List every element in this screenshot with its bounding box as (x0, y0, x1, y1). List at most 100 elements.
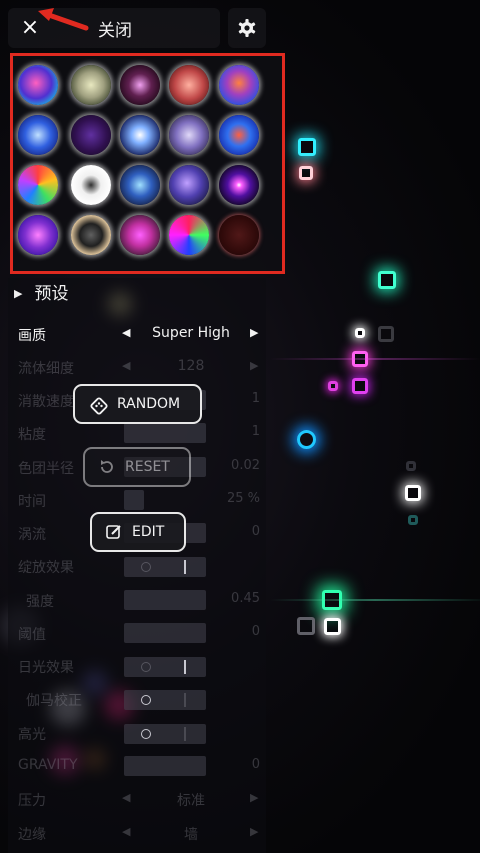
setting-label: 粘度 (18, 427, 46, 443)
preset-thumbnail[interactable] (120, 115, 160, 155)
setting-row[interactable]: 画质 ◀ Super High ▶ (0, 317, 266, 351)
slider-track[interactable] (124, 623, 206, 643)
setting-label: GRAVITY (18, 757, 78, 773)
particle (355, 328, 365, 338)
particle (298, 138, 316, 156)
setting-value: 0 (251, 757, 260, 772)
reset-button[interactable]: RESET (83, 447, 191, 487)
setting-row[interactable]: 强度 0.45 (0, 583, 266, 617)
preset-thumbnail[interactable] (169, 165, 209, 205)
preset-thumbnail[interactable] (219, 65, 259, 105)
light-streak (270, 358, 480, 360)
preset-thumbnail[interactable] (71, 215, 111, 255)
setting-row[interactable]: 流体细度 ◀ 128 ▶ (0, 350, 266, 384)
preset-thumbnail[interactable] (169, 65, 209, 105)
preset-thumbnail[interactable] (71, 165, 111, 205)
toggle-switch[interactable] (124, 690, 206, 710)
particle (406, 461, 416, 471)
settings-button[interactable] (228, 8, 266, 48)
setting-label: 强度 (26, 594, 54, 610)
setting-value: 0 (251, 624, 260, 639)
particle (378, 326, 394, 342)
particle (352, 378, 368, 394)
setting-value: 0 (251, 524, 260, 539)
particle (299, 166, 313, 180)
setting-value: 0.45 (231, 591, 260, 606)
preset-thumbnail[interactable] (169, 115, 209, 155)
setting-label: 画质 (18, 328, 46, 344)
setting-row[interactable]: 阈值 0 (0, 616, 266, 650)
setting-value: 标准 (177, 793, 205, 809)
chevron-left-icon[interactable]: ◀ (122, 326, 130, 339)
chevron-right-icon[interactable]: ▶ (250, 825, 258, 838)
toggle-on-icon (184, 660, 186, 674)
particle (328, 381, 338, 391)
edit-label: EDIT (132, 524, 165, 540)
toggle-switch[interactable] (124, 657, 206, 677)
setting-row[interactable]: 压力 ◀ 标准 ▶ (0, 782, 266, 816)
chevron-left-icon[interactable]: ◀ (122, 791, 130, 804)
toggle-switch[interactable] (124, 724, 206, 744)
preset-thumbnail[interactable] (71, 65, 111, 105)
setting-row[interactable]: 伽马校正 (0, 682, 266, 716)
toggle-on-icon (184, 693, 186, 707)
setting-row[interactable]: 边缘 ◀ 墙 ▶ (0, 816, 266, 850)
setting-label: 压力 (18, 793, 46, 809)
setting-label: 消散速度 (18, 394, 74, 410)
preset-thumbnail[interactable] (120, 165, 160, 205)
toggle-on-icon (184, 727, 186, 741)
preset-thumbnail[interactable] (18, 215, 58, 255)
preset-thumbnail[interactable] (169, 215, 209, 255)
setting-label: 伽马校正 (26, 693, 82, 709)
chevron-right-icon[interactable]: ▶ (250, 359, 258, 372)
random-button[interactable]: RANDOM (73, 384, 202, 424)
setting-row[interactable]: 日光效果 (0, 649, 266, 683)
chevron-right-icon[interactable]: ▶ (250, 791, 258, 804)
preset-thumbnail[interactable] (120, 215, 160, 255)
expand-icon: ▶ (14, 287, 23, 300)
toggle-off-icon (141, 695, 151, 705)
preset-thumbnail[interactable] (219, 165, 259, 205)
close-label[interactable]: 关闭 (98, 16, 132, 41)
particle (378, 271, 396, 289)
setting-row[interactable]: 高光 (0, 716, 266, 750)
slider-track[interactable] (124, 590, 206, 610)
preset-thumbnail[interactable] (219, 215, 259, 255)
setting-value: 128 (177, 358, 205, 374)
preset-thumbnail[interactable] (18, 165, 58, 205)
setting-value: 0.02 (231, 458, 260, 473)
chevron-left-icon[interactable]: ◀ (122, 825, 130, 838)
toggle-off-icon (141, 662, 151, 672)
setting-label: 高光 (18, 727, 46, 743)
setting-row[interactable]: 绽放效果 (0, 549, 266, 583)
edit-icon (106, 525, 121, 539)
presets-label: 预设 (34, 284, 69, 304)
setting-label: 阈值 (18, 627, 46, 643)
random-label: RANDOM (117, 396, 181, 412)
setting-label: 流体细度 (18, 361, 74, 377)
slider-track[interactable] (124, 423, 206, 443)
setting-label: 时间 (18, 494, 46, 510)
preset-thumbnail[interactable] (120, 65, 160, 105)
toggle-off-icon (141, 562, 151, 572)
setting-value: 墙 (184, 827, 198, 843)
preset-thumbnail[interactable] (219, 115, 259, 155)
setting-row[interactable]: GRAVITY 0 (0, 749, 266, 783)
setting-label: 日光效果 (18, 660, 74, 676)
particle (297, 617, 315, 635)
slider-track[interactable] (124, 756, 206, 776)
toggle-switch[interactable] (124, 557, 206, 577)
chevron-left-icon[interactable]: ◀ (122, 359, 130, 372)
annotation-arrow (38, 8, 89, 31)
preset-thumbnail[interactable] (18, 65, 58, 105)
slider-track[interactable] (124, 490, 144, 510)
particle (297, 430, 316, 449)
preset-thumbnail[interactable] (18, 115, 58, 155)
preset-grid-highlight (10, 53, 285, 274)
chevron-right-icon[interactable]: ▶ (250, 326, 258, 339)
presets-folder[interactable]: ▶ 预设 (14, 279, 68, 304)
edit-button[interactable]: EDIT (90, 512, 186, 552)
particle (405, 485, 421, 501)
reset-label: RESET (125, 459, 170, 475)
preset-thumbnail[interactable] (71, 115, 111, 155)
